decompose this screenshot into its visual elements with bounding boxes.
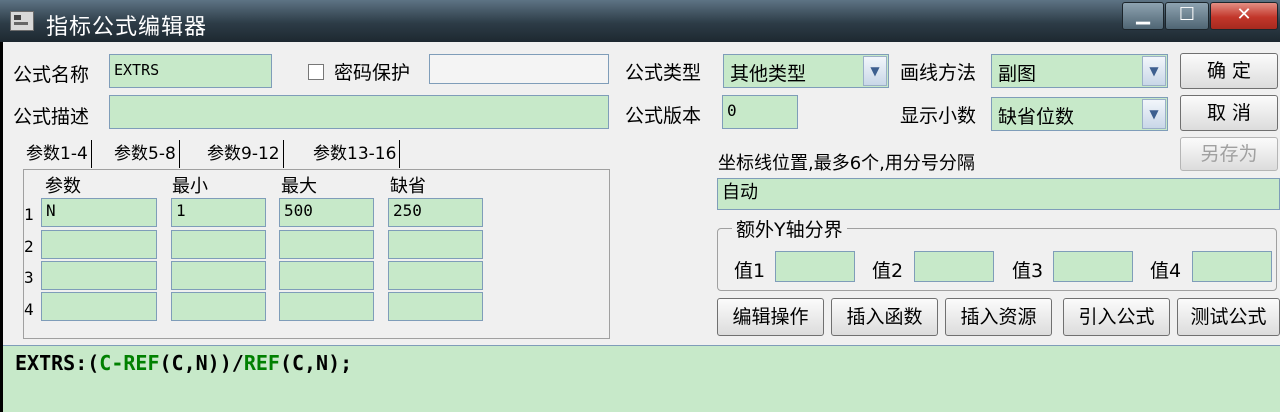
param-name-input[interactable] [41, 261, 157, 290]
import-formula-button[interactable]: 引入公式 [1063, 298, 1170, 336]
cancel-button[interactable]: 取 消 [1180, 95, 1278, 131]
param-min-input[interactable] [171, 230, 266, 259]
param-max-input[interactable] [279, 261, 374, 290]
col-header-default: 缺省 [390, 176, 426, 197]
code-segment: EXTRS:( [15, 351, 100, 375]
param-default-input[interactable] [388, 261, 483, 290]
axis-position-label: 坐标线位置,最多6个,用分号分隔 [718, 153, 975, 174]
value1-input[interactable] [775, 251, 855, 282]
password-input[interactable] [429, 54, 609, 84]
draw-method-select[interactable]: 副图 ▼ [991, 54, 1168, 88]
close-button[interactable]: ✕ [1210, 2, 1278, 30]
password-checkbox[interactable] [308, 64, 324, 80]
draw-method-value: 副图 [998, 63, 1037, 85]
decimals-value: 缺省位数 [998, 106, 1075, 128]
param-name-input[interactable]: N [41, 198, 157, 227]
formula-editor[interactable]: EXTRS:(C-REF(C,N))/REF(C,N); [3, 345, 1280, 412]
col-header-min: 最小 [172, 176, 208, 197]
formula-name-input[interactable]: EXTRS [109, 54, 272, 88]
param-min-input[interactable] [171, 292, 266, 321]
draw-method-label: 画线方法 [900, 62, 977, 84]
code-segment: (C,N))/ [159, 351, 244, 375]
row-number: 2 [24, 237, 34, 256]
test-formula-button[interactable]: 测试公式 [1177, 298, 1280, 336]
value1-label: 值1 [734, 260, 766, 282]
formula-type-value: 其他类型 [730, 63, 807, 85]
ok-button[interactable]: 确 定 [1180, 53, 1278, 89]
title-bar[interactable]: 指标公式编辑器 ▁ ☐ ✕ [0, 0, 1280, 42]
value2-input[interactable] [914, 251, 994, 282]
decimals-select[interactable]: 缺省位数 ▼ [991, 97, 1168, 131]
tab-params-9-12[interactable]: 参数9-12 [204, 140, 284, 168]
edit-ops-button[interactable]: 编辑操作 [717, 298, 824, 336]
param-default-input[interactable] [388, 292, 483, 321]
param-name-input[interactable] [41, 230, 157, 259]
value3-input[interactable] [1053, 251, 1133, 282]
row-number: 1 [24, 205, 34, 224]
row-number: 4 [24, 300, 34, 319]
tab-params-1-4[interactable]: 参数1-4 [23, 140, 92, 168]
insert-resource-button[interactable]: 插入资源 [945, 298, 1052, 336]
row-number: 3 [24, 268, 34, 287]
formula-version-input[interactable]: 0 [722, 95, 798, 129]
value4-input[interactable] [1192, 251, 1272, 282]
col-header-max: 最大 [281, 176, 317, 197]
chevron-down-icon[interactable]: ▼ [1142, 99, 1166, 129]
chevron-down-icon[interactable]: ▼ [1142, 56, 1166, 86]
formula-version-label: 公式版本 [625, 105, 702, 127]
param-name-input[interactable] [41, 292, 157, 321]
param-max-input[interactable]: 500 [279, 198, 374, 227]
code-segment: (C,N); [279, 351, 353, 375]
app-icon [10, 11, 34, 31]
minimize-button[interactable]: ▁ [1122, 2, 1164, 30]
code-keyword: C-REF [99, 351, 160, 375]
tab-params-5-8[interactable]: 参数5-8 [111, 140, 180, 168]
formula-desc-label: 公式描述 [13, 106, 90, 128]
formula-desc-input[interactable] [109, 95, 609, 129]
save-as-button[interactable]: 另存为 [1180, 137, 1278, 171]
param-min-input[interactable] [171, 261, 266, 290]
formula-type-label: 公式类型 [625, 62, 702, 84]
axis-position-input[interactable]: 自动 [717, 178, 1280, 210]
insert-function-button[interactable]: 插入函数 [831, 298, 938, 336]
password-label: 密码保护 [334, 62, 411, 84]
param-default-input[interactable]: 250 [388, 198, 483, 227]
code-keyword: REF [243, 351, 280, 375]
tab-params-13-16[interactable]: 参数13-16 [310, 140, 401, 168]
decimals-label: 显示小数 [900, 105, 977, 127]
param-default-input[interactable] [388, 230, 483, 259]
param-max-input[interactable] [279, 230, 374, 259]
formula-type-select[interactable]: 其他类型 ▼ [723, 54, 889, 88]
param-max-input[interactable] [279, 292, 374, 321]
chevron-down-icon[interactable]: ▼ [863, 56, 887, 86]
param-min-input[interactable]: 1 [171, 198, 266, 227]
col-header-param: 参数 [45, 176, 81, 197]
value4-label: 值4 [1150, 260, 1182, 282]
value2-label: 值2 [872, 260, 904, 282]
formula-name-label: 公式名称 [13, 64, 90, 86]
maximize-button[interactable]: ☐ [1165, 2, 1209, 30]
extra-y-axis-legend: 额外Y轴分界 [732, 215, 847, 242]
window-title: 指标公式编辑器 [46, 15, 208, 40]
value3-label: 值3 [1012, 260, 1044, 282]
